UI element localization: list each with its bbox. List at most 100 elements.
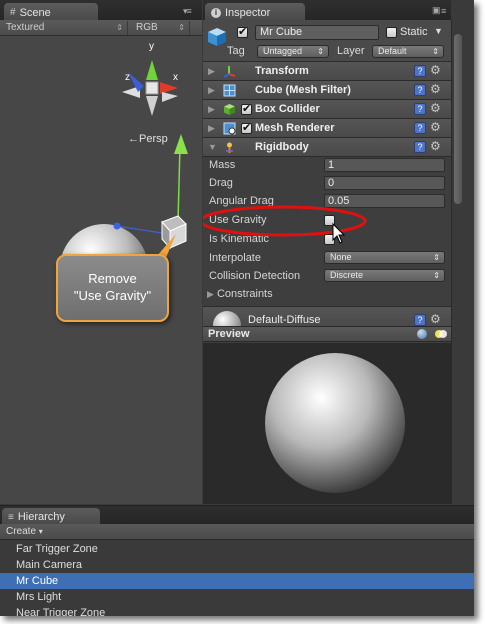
hierarchy-item[interactable]: Far Trigger Zone	[0, 541, 474, 557]
scrollbar-thumb[interactable]	[454, 34, 462, 204]
object-header: Mr Cube Static ▼ Tag Untagged⇕ Layer Def…	[203, 20, 451, 62]
z-axis-handle[interactable]	[113, 222, 121, 230]
collapse-arrow-icon[interactable]: ▼	[208, 142, 217, 152]
expand-arrow-icon[interactable]: ▶	[208, 85, 215, 96]
shading-mode-dropdown[interactable]: Textured ⇕	[0, 21, 128, 35]
create-dropdown[interactable]: Create ▾	[6, 525, 43, 539]
preview-title: Preview	[208, 328, 250, 340]
chevron-updown-icon: ⇕	[178, 23, 185, 32]
component-title: Rigidbody	[255, 141, 309, 153]
tab-scene[interactable]: # Scene	[4, 3, 98, 20]
object-name-field[interactable]: Mr Cube	[255, 25, 379, 40]
box-collider-icon	[224, 104, 235, 115]
material-row[interactable]: Default-Diffuse ? ⚙	[203, 306, 451, 339]
gizmo-z-label: z	[125, 72, 130, 83]
preview-area[interactable]	[203, 343, 451, 504]
mesh-renderer-icon	[223, 122, 236, 135]
drag-field[interactable]: 0	[324, 176, 445, 190]
scene-tab-label: Scene	[19, 6, 51, 19]
list-icon: ≡	[8, 511, 14, 523]
chevron-down-icon: ▾	[38, 527, 43, 536]
back-arrow-icon: ←	[128, 133, 139, 145]
gear-icon[interactable]: ⚙	[430, 120, 441, 134]
expand-arrow-icon[interactable]: ▶	[208, 123, 215, 134]
y-axis-arrow[interactable]	[174, 134, 188, 154]
shading-mode-value: Textured	[6, 22, 45, 33]
preview-canvas	[265, 353, 405, 493]
mesh-renderer-enabled-checkbox[interactable]	[241, 121, 252, 134]
static-label: Static	[400, 26, 428, 38]
constraints-foldout[interactable]: ▶ Constraints	[207, 288, 273, 300]
interpolate-dropdown[interactable]: None ⇕	[324, 251, 445, 264]
hierarchy-tabbar: ≡ Hierarchy	[0, 506, 474, 524]
projection-label[interactable]: ←Persp	[128, 133, 168, 145]
unity-editor-window: # Scene ▾≡ Textured ⇕ RGB ⇕ y x z ←Persp…	[0, 0, 474, 616]
object-active-checkbox[interactable]	[237, 25, 248, 38]
gear-icon[interactable]: ⚙	[430, 312, 441, 326]
help-icon[interactable]: ?	[414, 122, 426, 134]
collision-detection-label: Collision Detection	[209, 270, 301, 282]
hierarchy-panel: ≡ Hierarchy Create ▾ Far Trigger Zone Ma…	[0, 505, 474, 616]
inspector-scrollbar[interactable]	[451, 20, 463, 504]
drag-label: Drag	[209, 177, 233, 189]
scene-cube[interactable]	[161, 215, 187, 250]
gear-icon[interactable]: ⚙	[430, 63, 441, 77]
lock-icon[interactable]: ▣	[432, 5, 441, 16]
help-icon[interactable]: ?	[414, 103, 426, 115]
panel-menu-icon[interactable]: ▾≡	[183, 6, 192, 17]
gizmo-center[interactable]	[145, 81, 159, 95]
static-dropdown-arrow-icon[interactable]: ▼	[434, 26, 443, 36]
scene-panel: # Scene ▾≡ Textured ⇕ RGB ⇕ y x z ←Persp…	[0, 0, 202, 504]
tab-hierarchy[interactable]: ≡ Hierarchy	[2, 508, 100, 524]
preview-lights-toggle-icon[interactable]	[435, 330, 447, 339]
mass-field[interactable]: 1	[324, 158, 445, 172]
is-kinematic-checkbox[interactable]	[324, 234, 335, 245]
angular-drag-label: Angular Drag	[209, 195, 274, 207]
gear-icon[interactable]: ⚙	[430, 101, 441, 115]
help-icon[interactable]: ?	[414, 314, 426, 326]
hierarchy-item[interactable]: Near Trigger Zone	[0, 605, 474, 616]
preview-header[interactable]: Preview	[203, 326, 451, 342]
render-mode-value: RGB	[136, 22, 158, 33]
help-icon[interactable]: ?	[414, 141, 426, 153]
component-mesh-renderer[interactable]: ▶ Mesh Renderer ? ⚙	[203, 119, 451, 138]
cube-object-icon	[208, 28, 226, 46]
hierarchy-item[interactable]: Main Camera	[0, 557, 474, 573]
callout-line-1: Remove	[88, 271, 137, 286]
panel-menu-icon[interactable]: ≡	[441, 6, 446, 16]
scene-toolbar: Textured ⇕ RGB ⇕	[0, 20, 202, 36]
collision-detection-dropdown[interactable]: Discrete ⇕	[324, 269, 445, 282]
render-mode-dropdown[interactable]: RGB ⇕	[130, 21, 190, 35]
box-collider-enabled-checkbox[interactable]	[241, 102, 252, 115]
help-icon[interactable]: ?	[414, 84, 426, 96]
component-mesh-filter[interactable]: ▶ Cube (Mesh Filter) ? ⚙	[203, 81, 451, 100]
gear-icon[interactable]: ⚙	[430, 139, 441, 153]
component-title: Mesh Renderer	[255, 122, 335, 134]
tab-inspector[interactable]: i Inspector	[205, 3, 305, 20]
chevron-updown-icon: ⇕	[116, 23, 123, 32]
preview-sphere-toggle-icon[interactable]	[417, 329, 427, 339]
mass-label: Mass	[209, 159, 236, 171]
use-gravity-label: Use Gravity	[209, 214, 267, 226]
component-transform[interactable]: ▶ Transform ? ⚙	[203, 62, 451, 81]
help-icon[interactable]: ?	[414, 65, 426, 77]
expand-arrow-icon[interactable]: ▶	[208, 66, 215, 77]
gear-icon[interactable]: ⚙	[430, 82, 441, 96]
chevron-updown-icon: ⇕	[433, 253, 440, 262]
component-rigidbody[interactable]: ▼ Rigidbody ? ⚙	[203, 138, 451, 157]
orientation-gizmo[interactable]: y x z	[122, 41, 178, 116]
component-box-collider[interactable]: ▶ Box Collider ? ⚙	[203, 100, 451, 119]
use-gravity-checkbox[interactable]	[324, 215, 335, 226]
component-title: Transform	[255, 65, 309, 77]
layer-dropdown[interactable]: Default ⇕	[372, 45, 444, 58]
info-icon: i	[211, 7, 221, 18]
tag-label: Tag	[227, 45, 245, 57]
hierarchy-item[interactable]: Mrs Light	[0, 589, 474, 605]
expand-arrow-icon: ▶	[207, 289, 214, 299]
tag-dropdown[interactable]: Untagged ⇕	[257, 45, 329, 58]
hierarchy-item-selected[interactable]: Mr Cube	[0, 573, 474, 589]
expand-arrow-icon[interactable]: ▶	[208, 104, 215, 115]
angular-drag-field[interactable]: 0.05	[324, 194, 445, 208]
gizmo-y-cone[interactable]	[146, 60, 158, 80]
static-checkbox[interactable]	[386, 27, 397, 38]
